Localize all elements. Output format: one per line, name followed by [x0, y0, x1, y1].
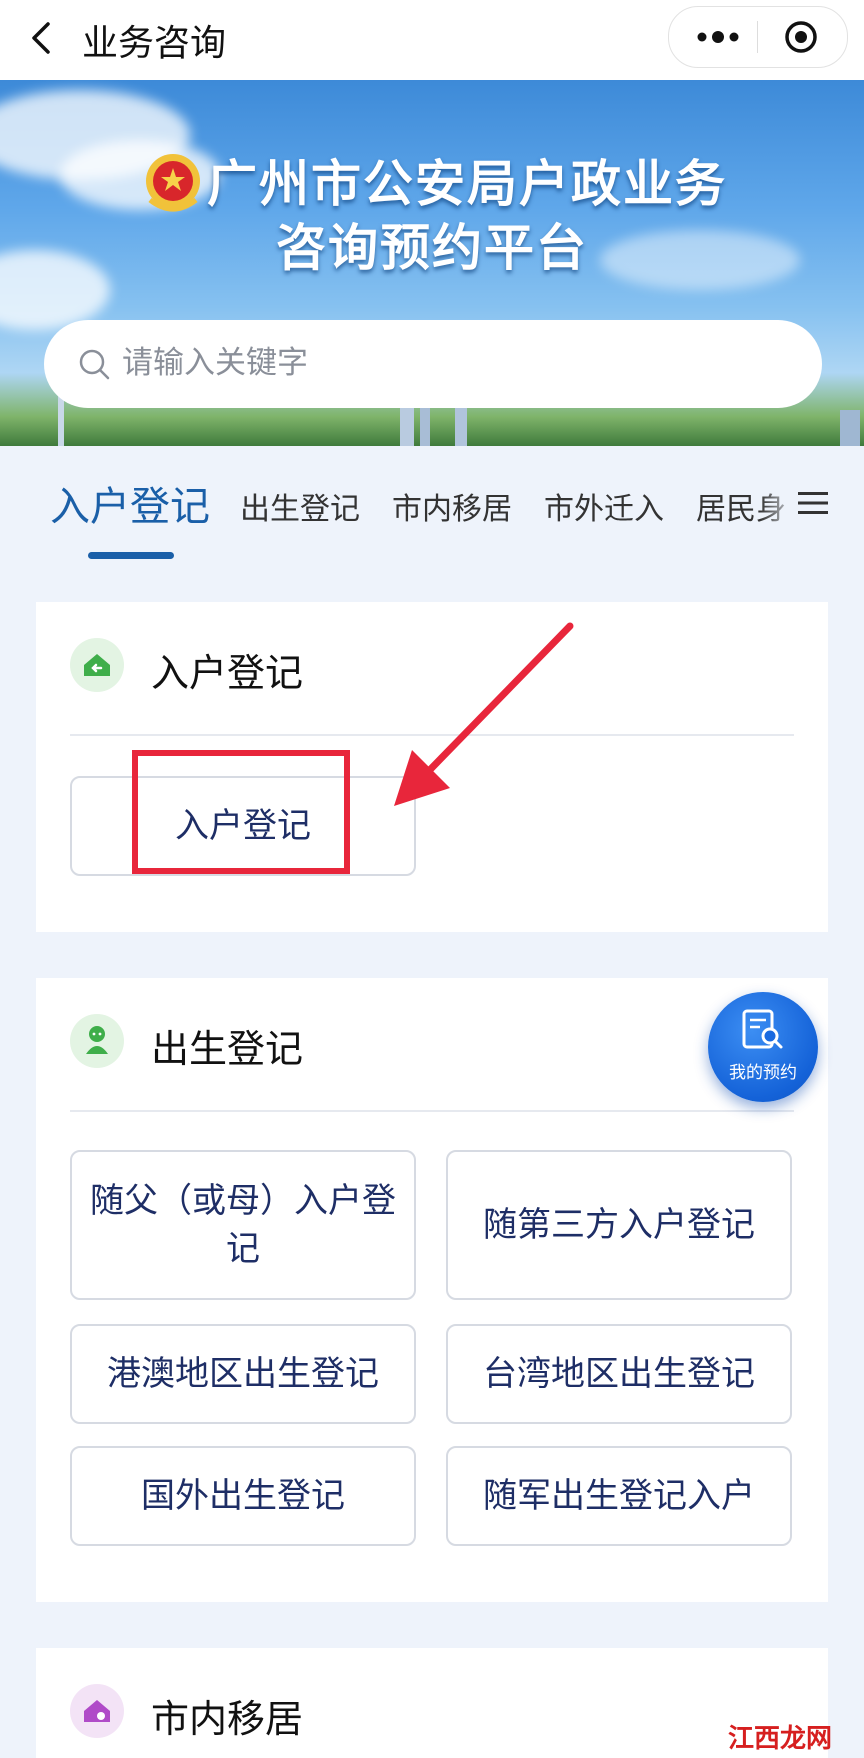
tab-chusheng[interactable]: 出生登记: [240, 484, 360, 528]
section-card-shinei: 市内移居: [36, 1648, 828, 1758]
tab-fade: [760, 470, 800, 540]
mini-program-capsule: [668, 6, 848, 68]
option-guowai-chusheng[interactable]: 国外出生登记: [70, 1446, 416, 1546]
search-placeholder: 请输入关键字: [122, 345, 308, 381]
more-icon[interactable]: [693, 23, 743, 51]
home-arrow-icon: [70, 638, 124, 692]
search-input[interactable]: 请输入关键字: [44, 320, 822, 408]
option-suifu-ruhu[interactable]: 随父（或母）入户登记: [70, 1150, 416, 1300]
category-tabs: 入户登记 出生登记 市内移居 市外迁入 居民身: [0, 470, 864, 570]
option-taiwan-chusheng[interactable]: 台湾地区出生登记: [446, 1324, 792, 1424]
section-title: 市内移居: [151, 1697, 304, 1741]
my-appointments-label: 我的预约: [729, 1063, 797, 1083]
my-appointments-button[interactable]: 我的预约: [708, 992, 818, 1102]
red-arrow-annotation: [394, 622, 574, 806]
home-move-icon: [70, 1684, 124, 1738]
section-divider: [70, 1110, 794, 1112]
menu-icon[interactable]: [798, 490, 828, 516]
active-tab-indicator: [88, 552, 174, 559]
watermark: 江西龙网: [728, 1724, 833, 1754]
tab-shiwai[interactable]: 市外迁入: [544, 484, 664, 528]
top-nav-bar: 业务咨询: [0, 0, 864, 80]
tab-ruhu[interactable]: 入户登记: [50, 474, 210, 532]
banner-title-line1: 广州市公安局户政业务: [207, 155, 727, 213]
option-suijun-chusheng[interactable]: 随军出生登记入户: [446, 1446, 792, 1546]
section-title: 入户登记: [151, 651, 304, 695]
page-title: 业务咨询: [82, 23, 227, 64]
capsule-divider: [757, 21, 758, 53]
search-icon: [79, 349, 110, 380]
section-title: 出生登记: [151, 1027, 304, 1071]
banner-title-line2: 咨询预约平台: [276, 219, 588, 277]
highlight-box: [132, 750, 350, 874]
option-gangao-chusheng[interactable]: 港澳地区出生登记: [70, 1324, 416, 1424]
appointment-search-icon: [742, 1009, 783, 1049]
back-arrow-icon[interactable]: [22, 18, 62, 58]
baby-icon: [70, 1014, 124, 1068]
option-suidisanfang-ruhu[interactable]: 随第三方入户登记: [446, 1150, 792, 1300]
tab-shinei[interactable]: 市内移居: [392, 484, 512, 528]
close-target-icon[interactable]: [783, 19, 819, 55]
